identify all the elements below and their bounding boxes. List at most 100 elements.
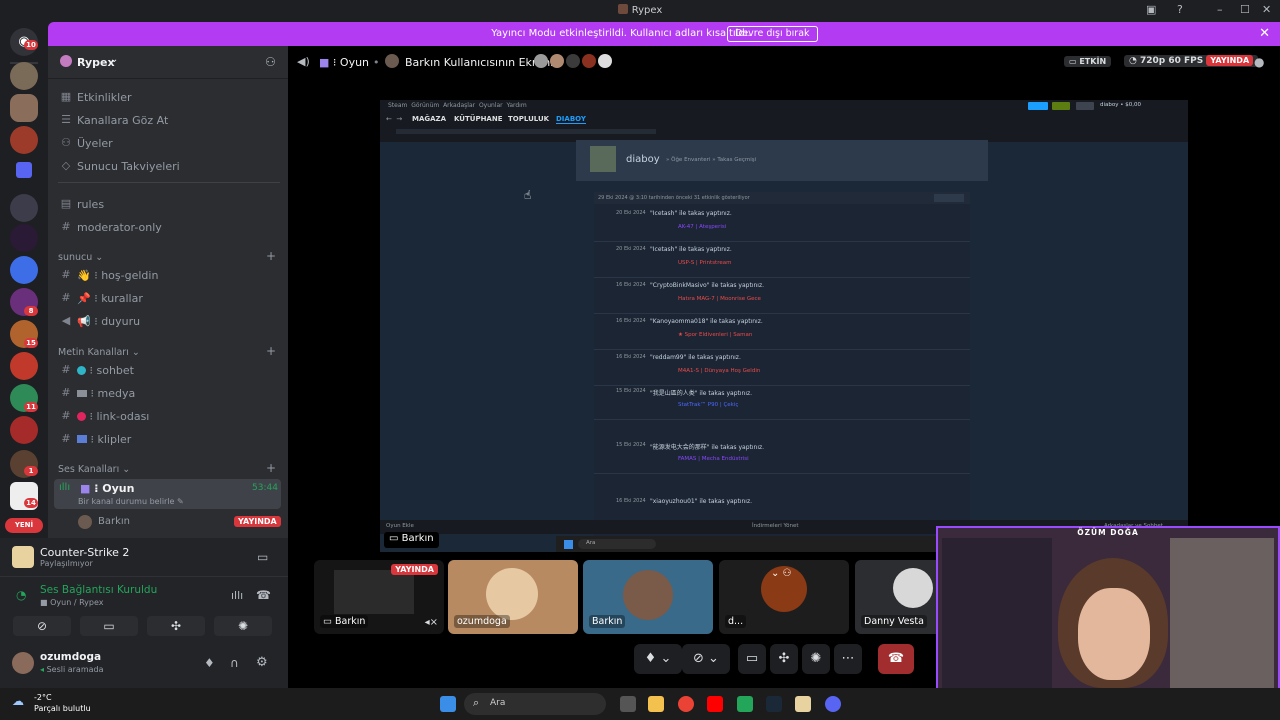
soundboard-button[interactable]: ✺ (214, 616, 272, 636)
inbox-icon[interactable]: ▣ (1146, 3, 1156, 16)
voice-channel-oyun[interactable]: ıllı ■ ⁝ Oyun 53:44 Bir kanal durumu bel… (54, 479, 281, 509)
hash-icon: # (61, 220, 71, 233)
sidebar-item-browse-channels[interactable]: ☰ Kanallara Göz At (58, 111, 280, 131)
shared-screen[interactable]: Steam Görünüm Arkadaşlar Oyunlar Yardım … (380, 100, 1188, 552)
microphone-icon[interactable]: ♦ (204, 656, 215, 670)
channel-rules[interactable]: ▤ rules (58, 195, 280, 215)
settings-gear-icon[interactable]: ⚙ (256, 655, 268, 670)
participant-tile[interactable]: ⌄ ⚇ d... (719, 560, 849, 634)
server-icon[interactable] (10, 416, 38, 444)
file-explorer-icon[interactable] (648, 696, 664, 712)
create-channel-icon[interactable]: + (266, 461, 276, 475)
category-sunucu[interactable]: sunucu ⌄ (58, 252, 103, 263)
sidebar-item-boosts[interactable]: ◇ Sunucu Takviyeleri (58, 157, 280, 177)
channel-sohbet[interactable]: # ⁝ sohbet (58, 361, 280, 381)
server-icon[interactable] (10, 62, 38, 90)
participant-tile[interactable]: ozumdoga (448, 560, 578, 634)
share-screen-icon[interactable]: ▭ (257, 550, 268, 564)
discord-icon[interactable] (825, 696, 841, 712)
share-screen-icon[interactable]: ▭ (738, 644, 766, 674)
maximize-icon[interactable]: ☐ (1240, 3, 1250, 16)
youtube-icon[interactable] (707, 696, 723, 712)
voice-activity-icon: ıllı (59, 482, 71, 493)
avatar[interactable] (12, 652, 34, 674)
server-icon[interactable] (10, 256, 38, 284)
start-icon[interactable] (440, 696, 456, 712)
channel-hos-geldin[interactable]: # 👋 ⁝ hoş-geldin (58, 266, 280, 286)
search-placeholder: Ara (490, 698, 506, 708)
windows-taskbar: ☁ -2°C Parçalı bulutlu ⌕ Ara (0, 688, 1280, 720)
noise-suppression-icon[interactable]: ıllı (231, 589, 243, 602)
trade-date: 16 Eki 2024 (616, 498, 646, 504)
participant-tile[interactable]: Barkın (583, 560, 713, 634)
chat-bubble-icon[interactable]: ● (1254, 55, 1264, 69)
sidebar-item-members[interactable]: ⚇ Üyeler (58, 134, 280, 154)
camera-button[interactable]: ⊘ ⌄ (682, 644, 730, 674)
task-view-icon[interactable] (620, 696, 636, 712)
voice-user-row[interactable]: Barkın YAYINDA (76, 514, 281, 532)
channel-duyuru[interactable]: ◀ 📢 ⁝ duyuru (58, 312, 280, 332)
steam-icon[interactable] (766, 696, 782, 712)
participant-tile-stream[interactable]: YAYINDA ▭ Barkın ◂× (314, 560, 444, 634)
server-rypex-icon[interactable] (10, 94, 38, 122)
user-panel: Counter-Strike 2 Paylaşılmıyor ▭ ◔ Ses B… (0, 538, 288, 688)
avatar[interactable] (566, 54, 580, 68)
voice-timer: 53:44 (252, 483, 278, 493)
minimize-icon[interactable]: – (1217, 3, 1223, 16)
disconnect-call-button[interactable]: ☎ (878, 644, 914, 674)
sidebar-item-events[interactable]: ▦ Etkinlikler (58, 88, 280, 108)
camera-off-button[interactable]: ⊘ (13, 616, 71, 636)
headphones-icon[interactable]: ∩ (230, 656, 239, 670)
voice-connected-title[interactable]: Ses Bağlantısı Kuruldu (40, 584, 157, 596)
server-icon[interactable] (10, 194, 38, 222)
server-icon[interactable] (10, 224, 38, 252)
activities-button[interactable]: ✣ (147, 616, 205, 636)
guild-header[interactable]: Rypex ⌄ ⚇ (48, 46, 288, 78)
trade-date: 20 Eki 2024 (616, 246, 646, 252)
channel-link-odasi[interactable]: # ⁝ link-odası (58, 407, 280, 427)
hash-icon: # (61, 386, 71, 399)
more-options-icon[interactable]: ⋯ (834, 644, 862, 674)
disable-streamer-mode-button[interactable]: Devre dışı bırak (727, 26, 818, 42)
new-badge[interactable]: YENİ (5, 518, 43, 533)
invite-people-icon[interactable]: ⚇ (265, 55, 276, 69)
app-icon[interactable] (737, 696, 753, 712)
stream-title: Barkın Kullanıcısının Ekranı (405, 56, 554, 69)
close-banner-icon[interactable]: ✕ (1259, 26, 1270, 41)
channel-label: klipler (97, 433, 132, 446)
channel-moderator-only[interactable]: # moderator-only (58, 218, 280, 238)
server-icon[interactable] (10, 126, 38, 154)
chrome-icon[interactable] (678, 696, 694, 712)
activities-icon[interactable]: ✣ (770, 644, 798, 674)
avatar[interactable] (598, 54, 612, 68)
chevron-down-icon: ⌄ ⚇ (771, 568, 792, 579)
trade-date: 20 Eki 2024 (616, 210, 646, 216)
channel-kurallar[interactable]: # 📌 ⁝ kurallar (58, 289, 280, 309)
weather-desc[interactable]: Parçalı bulutlu (34, 704, 91, 713)
create-channel-icon[interactable]: + (266, 344, 276, 358)
channel-status-prompt[interactable]: Bir kanal durumu belirle ✎ (78, 497, 184, 506)
category-metin-kanallari[interactable]: Metin Kanalları ⌄ (58, 347, 140, 358)
server-icon[interactable] (10, 352, 38, 380)
taskbar-search[interactable]: ⌕ Ara (464, 693, 606, 715)
participant-tile[interactable]: Danny Vesta (855, 560, 937, 634)
dm-badge: 10 (24, 40, 38, 50)
avatar[interactable] (582, 54, 596, 68)
help-icon[interactable]: ? (1177, 3, 1183, 16)
boost-icon: ◇ (61, 159, 71, 172)
active-badge-text: ETKİN (1079, 57, 1107, 66)
close-window-icon[interactable]: ✕ (1262, 3, 1271, 16)
cs2-icon[interactable] (795, 696, 811, 712)
share-screen-button[interactable]: ▭ (80, 616, 138, 636)
avatar[interactable] (534, 54, 548, 68)
channel-medya[interactable]: # ⁝ medya (58, 384, 280, 404)
folder-icon[interactable] (16, 162, 32, 178)
disconnect-icon[interactable]: ☎ (256, 588, 271, 602)
create-channel-icon[interactable]: + (266, 249, 276, 263)
soundboard-icon[interactable]: ✺ (802, 644, 830, 674)
microphone-button[interactable]: ♦ ⌄ (634, 644, 682, 674)
category-ses-kanallari[interactable]: Ses Kanalları ⌄ (58, 464, 130, 475)
avatar[interactable] (550, 54, 564, 68)
channel-klipler[interactable]: # ⁝ klipler (58, 430, 280, 450)
weather-icon: ☁ (12, 694, 24, 708)
